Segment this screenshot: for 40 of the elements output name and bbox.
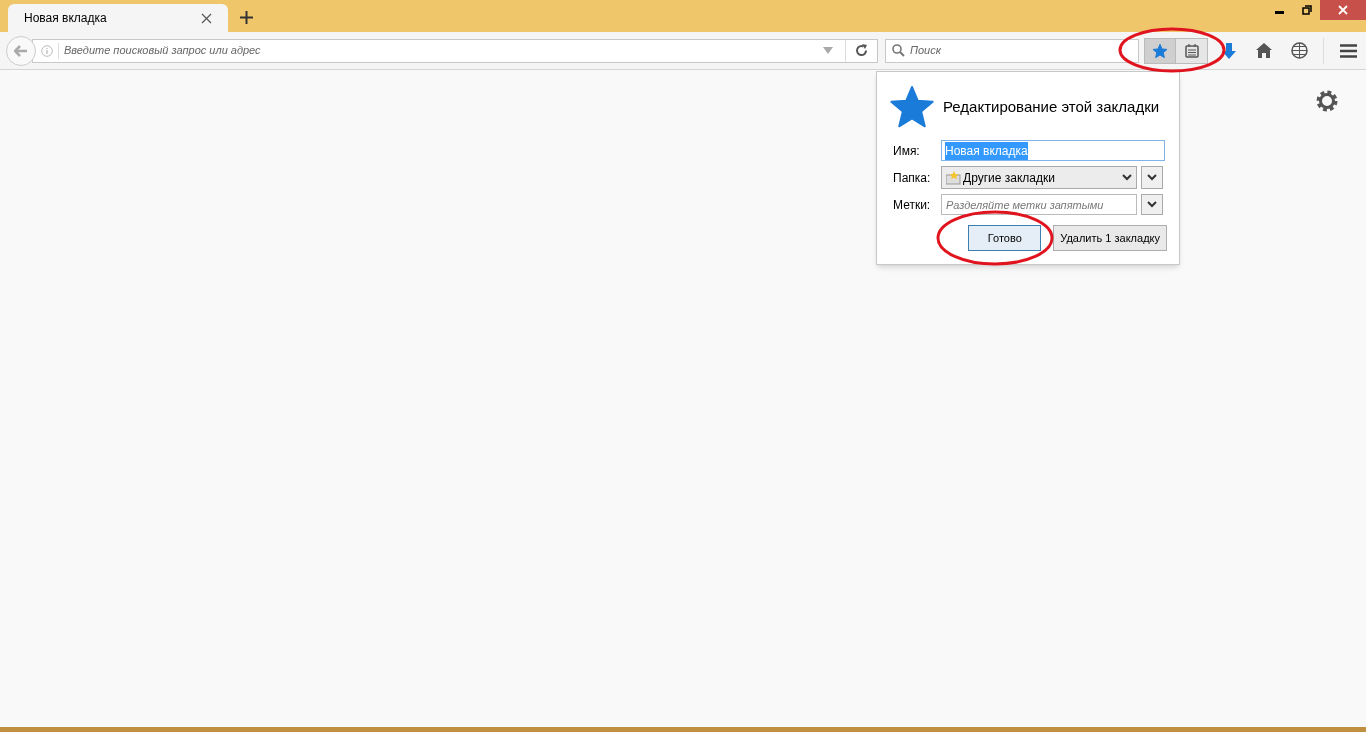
search-icon: [892, 44, 905, 57]
folder-star-icon: [946, 170, 962, 185]
minimize-icon: [1275, 10, 1284, 14]
field-label: Метки:: [892, 196, 932, 214]
dialog-button[interactable]: Готово: [968, 225, 1042, 251]
list-icon: [1184, 43, 1199, 58]
dialog-button[interactable]: Удалить 1 закладку: [1053, 225, 1167, 251]
tags-field[interactable]: Разделяйте метки запятыми: [941, 194, 1137, 215]
expand-button[interactable]: [1141, 194, 1163, 215]
field-value: Новая вкладка: [945, 141, 1028, 160]
search-input[interactable]: Поиск: [910, 42, 1138, 59]
settings-icon[interactable]: [1314, 88, 1340, 114]
chevron-icon: [1147, 201, 1157, 208]
folder-select[interactable]: Другие закладки: [941, 166, 1137, 189]
chevron-icon: [1147, 174, 1157, 181]
home-icon[interactable]: [1256, 43, 1272, 58]
restore-icon: [1301, 5, 1312, 15]
globe-icon[interactable]: [1291, 42, 1308, 59]
folder-value: Другие закладки: [963, 169, 1056, 187]
close-icon[interactable]: [201, 12, 212, 24]
close-window-button[interactable]: [1320, 0, 1366, 20]
info-icon: [41, 44, 53, 57]
back-arrow-icon: [14, 44, 28, 57]
url-field[interactable]: Введите поисковый запрос или адрес: [32, 38, 878, 63]
panel-title: Редактирование этой закладки: [943, 96, 1160, 117]
search-field[interactable]: Поиск: [885, 38, 1139, 63]
close-icon: [1338, 5, 1348, 15]
expand-button[interactable]: [1141, 166, 1163, 189]
star-icon: [889, 84, 935, 130]
new-tab-icon[interactable]: [240, 11, 253, 24]
field-label: Папка:: [892, 169, 932, 187]
reload-icon[interactable]: [855, 44, 868, 57]
field-label: Имя:: [892, 142, 921, 160]
download-icon[interactable]: [1222, 42, 1236, 59]
url-input[interactable]: Введите поисковый запрос или адрес: [64, 42, 823, 59]
chevron-icon: [1122, 174, 1132, 181]
browser-tab[interactable]: Новая вкладка: [8, 4, 228, 32]
menu-icon[interactable]: [1340, 43, 1357, 58]
bookmark-button[interactable]: [1145, 38, 1176, 63]
star-icon: [1152, 42, 1168, 59]
